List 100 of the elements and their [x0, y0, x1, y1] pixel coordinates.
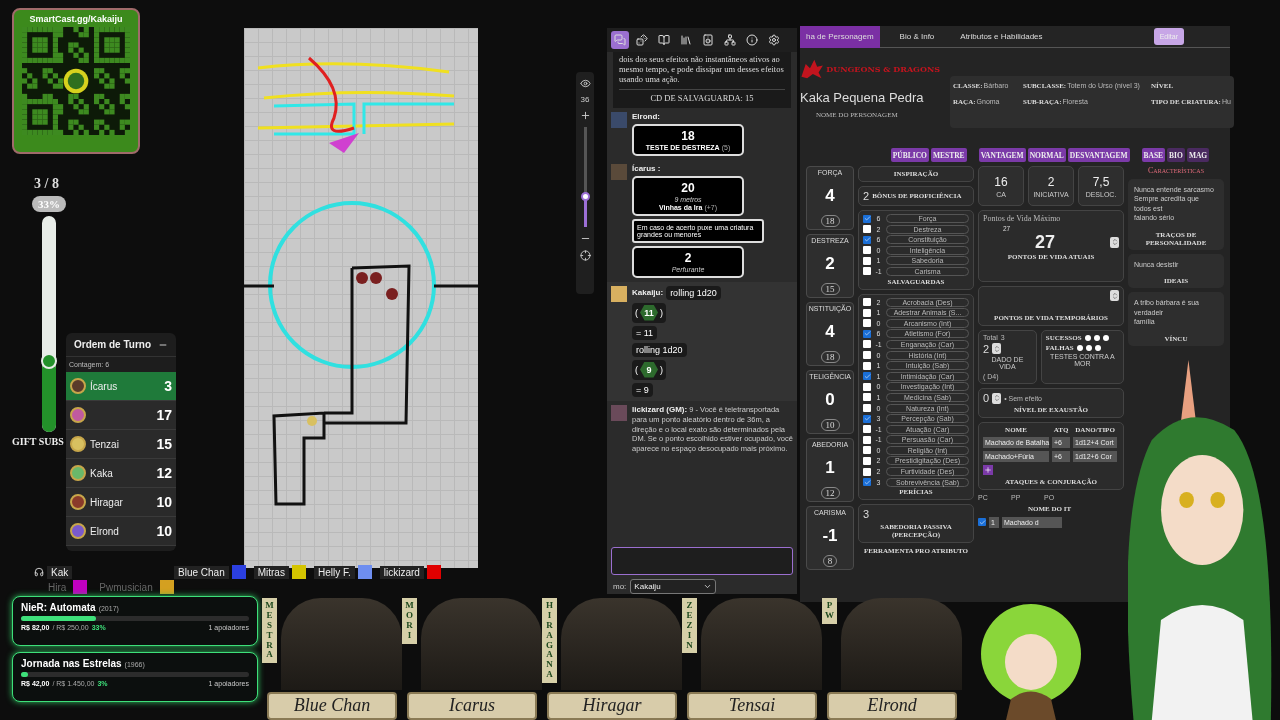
goal-label: GIFT SUBS: [12, 436, 64, 447]
stepper-icon[interactable]: [992, 392, 1002, 404]
zoom-in-icon[interactable]: [579, 110, 591, 121]
slider-thumb[interactable]: [580, 192, 590, 201]
stat-value: 7,5: [1092, 174, 1110, 189]
user-avatar: [611, 163, 627, 180]
turn-entry[interactable]: 17: [66, 401, 176, 430]
checkbox[interactable]: [863, 456, 871, 465]
combatant-name: Hiragar: [90, 496, 124, 508]
checkbox[interactable]: [863, 425, 871, 434]
checkbox[interactable]: [863, 308, 871, 317]
d20-value: 11: [640, 304, 658, 321]
sheet-tab[interactable]: Bio & Info: [893, 25, 941, 48]
chat-input[interactable]: [611, 547, 793, 575]
checkbox[interactable]: [978, 518, 986, 527]
checkbox[interactable]: [863, 478, 871, 487]
proficiency-value: 2: [863, 190, 870, 202]
field-label: Pontos de Vida Máximo: [983, 214, 1062, 223]
check-icon: [978, 518, 986, 526]
player-tag: PW: [822, 598, 837, 624]
paren: (: [635, 364, 638, 375]
check-icon: [863, 372, 871, 380]
chat-tab[interactable]: [721, 31, 739, 49]
logo-text: DUNGEONS & DRAGONS: [826, 64, 940, 74]
checkbox[interactable]: [863, 340, 871, 349]
chat-tab[interactable]: [743, 31, 761, 49]
turn-entry[interactable]: Tenzai 15: [66, 430, 176, 459]
token-avatar: [70, 494, 86, 510]
stepper-icon[interactable]: [1110, 236, 1119, 248]
checkbox[interactable]: [863, 393, 871, 402]
checkbox[interactable]: [863, 361, 871, 370]
qr-url: SmartCast.gg/Kakaiju: [29, 14, 123, 24]
sheet-tab[interactable]: Atributos e Habilidades: [954, 25, 1049, 48]
checkbox[interactable]: [863, 372, 871, 381]
initiative-value: 17: [156, 407, 172, 423]
voice-member-name: Pwmusician: [98, 580, 154, 594]
ability-modifier: 4: [825, 185, 835, 206]
initiative-value: 12: [156, 465, 172, 481]
checkbox[interactable]: [863, 319, 871, 328]
zoom-slider[interactable]: [583, 127, 587, 227]
checkbox[interactable]: [863, 404, 871, 412]
goal-count: 3 / 8: [34, 176, 59, 192]
checkbox[interactable]: [863, 298, 871, 307]
checkbox[interactable]: [863, 435, 871, 444]
panel-title: Ordem de Turno: [74, 339, 152, 350]
speak-as-select[interactable]: Kakaiju: [630, 579, 717, 594]
turn-entry[interactable]: Kaka 12: [66, 459, 176, 488]
checkbox[interactable]: [863, 446, 871, 455]
crosshair-icon[interactable]: [579, 250, 591, 261]
checkbox[interactable]: [863, 382, 871, 391]
checkbox[interactable]: [863, 351, 871, 360]
turn-entry[interactable]: Ícarus 3: [66, 372, 176, 401]
death-save-dot[interactable]: [1084, 335, 1091, 341]
combatant-name: Ícarus: [90, 380, 119, 392]
combatant-name: Kaka: [90, 467, 114, 479]
settings-icon: [768, 34, 780, 46]
ability-modifier: 4: [825, 321, 835, 342]
death-save-dot[interactable]: [1094, 344, 1101, 351]
checkbox[interactable]: [863, 467, 871, 476]
d20-value: 9: [640, 361, 658, 378]
turn-entry[interactable]: Elrond 10: [66, 517, 176, 546]
checkbox[interactable]: [863, 214, 871, 223]
check-icon: [863, 330, 871, 338]
player-tag: HIRAGANA: [542, 598, 557, 684]
death-save-dot[interactable]: [1076, 344, 1083, 351]
token-avatar: [70, 465, 86, 481]
checkbox[interactable]: [863, 414, 871, 423]
goal-title: NieR: Automata: [21, 602, 96, 613]
death-save-dot[interactable]: [1102, 335, 1109, 341]
checkbox[interactable]: [863, 267, 871, 276]
passive-value: 3: [863, 508, 870, 521]
roll-result: = 11: [632, 325, 658, 340]
initiative-value: 15: [156, 436, 172, 452]
add-button[interactable]: [983, 464, 993, 475]
message-author: Elrond:: [632, 111, 661, 121]
roll-result: = 9: [632, 382, 653, 397]
headphones-icon: [34, 567, 44, 577]
checkbox[interactable]: [863, 235, 871, 244]
ability-modifier: 0: [825, 389, 835, 410]
books-icon: [680, 34, 692, 46]
death-save-dot[interactable]: [1085, 344, 1092, 351]
goal-title: Jornada nas Estrelas: [21, 658, 122, 669]
checkbox[interactable]: [863, 256, 871, 265]
current-hp-value: 27: [1035, 233, 1055, 252]
chat-tab[interactable]: [633, 31, 651, 49]
stat-value: 16: [994, 174, 1008, 189]
plus-icon: [984, 465, 992, 474]
death-save-dot[interactable]: [1093, 335, 1100, 341]
eye-icon[interactable]: [579, 78, 591, 89]
roll-total: 18: [681, 128, 695, 143]
message-author: Kakaiju:: [632, 288, 664, 298]
turn-entry[interactable]: Hiragar 10: [66, 488, 176, 517]
check-icon: [863, 415, 871, 423]
sheet-tab[interactable]: ha de Personagem: [800, 25, 880, 48]
stepper-icon[interactable]: [992, 343, 1002, 355]
checkbox[interactable]: [863, 246, 871, 255]
checkbox[interactable]: [863, 329, 871, 338]
check-icon: [863, 236, 871, 244]
checkbox[interactable]: [863, 225, 871, 234]
nodes-icon: [724, 34, 736, 46]
